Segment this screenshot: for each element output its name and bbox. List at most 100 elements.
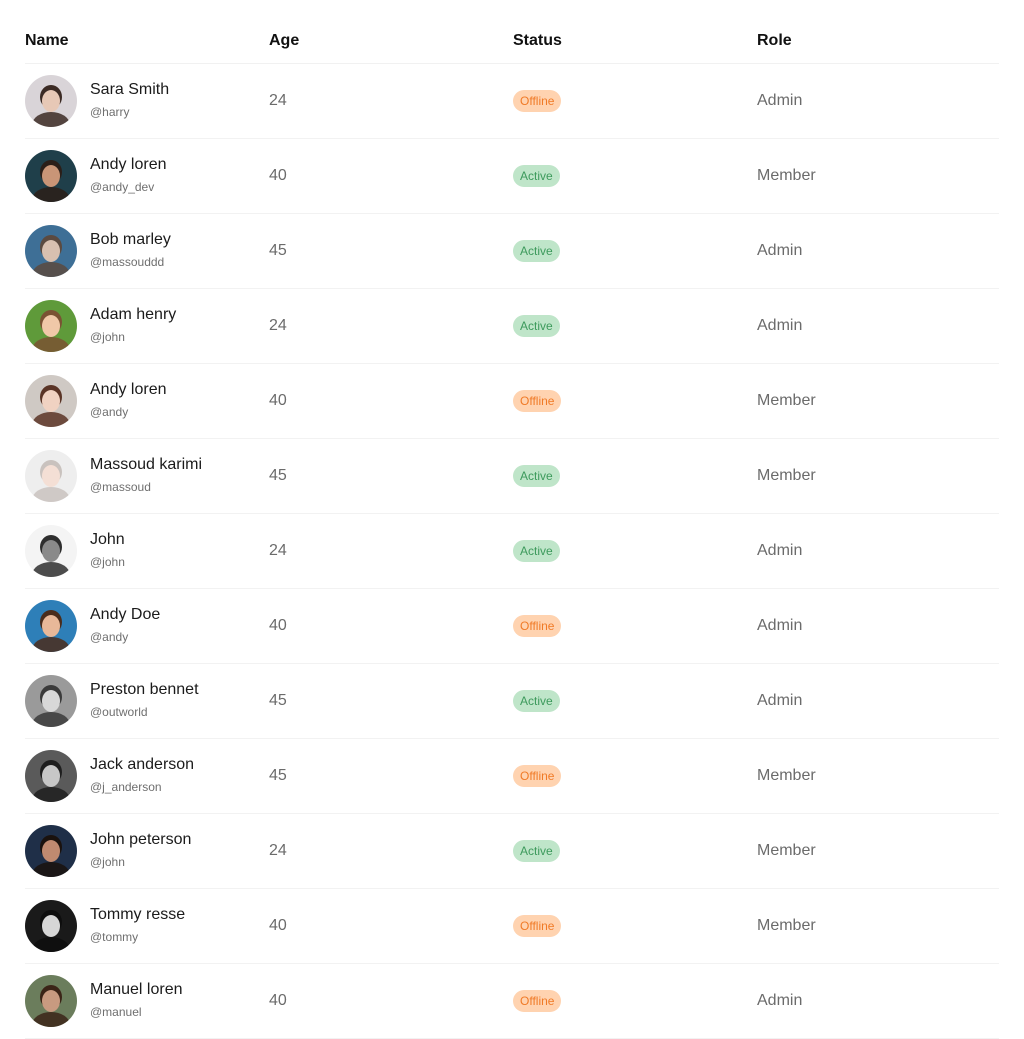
user-handle: @tommy <box>90 930 139 944</box>
status-badge: Active <box>513 465 560 487</box>
user-age: 24 <box>269 542 287 559</box>
avatar <box>25 525 77 577</box>
user-age: 24 <box>269 317 287 334</box>
user-role: Member <box>757 767 816 784</box>
users-table: Name Age Status Role Sara Smith @harry 24 O… <box>25 0 999 1039</box>
user-role: Admin <box>757 992 803 1009</box>
table-row[interactable]: John @john 24 Active Admin <box>25 514 999 589</box>
status-badge: Offline <box>513 90 562 112</box>
status-badge: Active <box>513 690 560 712</box>
user-role: Member <box>757 167 816 184</box>
avatar <box>25 300 77 352</box>
user-handle: @manuel <box>90 1005 142 1019</box>
user-name: Jack anderson <box>90 756 195 773</box>
user-age: 45 <box>269 767 287 784</box>
user-role: Admin <box>757 692 803 709</box>
user-photo-avatar <box>25 825 77 877</box>
table-row[interactable]: Jack anderson @j_anderson 45 Offline Member <box>25 739 999 814</box>
user-age: 24 <box>269 842 287 859</box>
table-row[interactable]: Andy loren @andy_dev 40 Active Member <box>25 139 999 214</box>
user-name: Andy Doe <box>90 606 161 623</box>
user-role: Admin <box>757 317 803 334</box>
user-handle: @massoud <box>90 480 151 494</box>
status-badge: Offline <box>513 390 562 412</box>
user-age: 45 <box>269 242 287 259</box>
status-badge: Offline <box>513 765 562 787</box>
status-badge: Offline <box>513 915 562 937</box>
avatar <box>25 675 77 727</box>
user-name: Sara Smith <box>90 81 170 98</box>
table-body: Sara Smith @harry 24 Offline Admin Andy loren… <box>25 64 999 1039</box>
user-photo-avatar <box>25 750 77 802</box>
table-row[interactable]: Tommy resse @tommy 40 Offline Member <box>25 889 999 964</box>
table-row[interactable]: Preston bennet @outworld 45 Active Admin <box>25 664 999 739</box>
user-handle: @harry <box>90 105 130 119</box>
user-handle: @john <box>90 855 125 869</box>
user-photo-avatar <box>25 450 77 502</box>
avatar <box>25 900 77 952</box>
user-name: Andy loren <box>90 381 167 398</box>
user-role: Member <box>757 392 816 409</box>
user-role: Member <box>757 467 816 484</box>
avatar <box>25 750 77 802</box>
user-age: 45 <box>269 692 287 709</box>
user-handle: @andy <box>90 405 129 419</box>
user-name: John <box>90 531 125 548</box>
status-badge: Active <box>513 540 560 562</box>
column-header-age[interactable]: Age <box>269 32 299 50</box>
status-badge: Offline <box>513 615 562 637</box>
table-row[interactable]: John peterson @john 24 Active Member <box>25 814 999 889</box>
status-badge: Active <box>513 165 560 187</box>
user-role: Member <box>757 842 816 859</box>
avatar <box>25 75 77 127</box>
table-row[interactable]: Adam henry @john 24 Active Admin <box>25 289 999 364</box>
user-handle: @outworld <box>90 705 148 719</box>
user-photo-avatar <box>25 675 77 727</box>
status-badge: Active <box>513 315 560 337</box>
avatar <box>25 975 77 1027</box>
user-name: Adam henry <box>90 306 177 323</box>
avatar <box>25 600 77 652</box>
column-header-role[interactable]: Role <box>757 32 792 50</box>
table-row[interactable]: Bob marley @massouddd 45 Active Admin <box>25 214 999 289</box>
user-age: 40 <box>269 392 287 409</box>
user-handle: @andy_dev <box>90 180 155 194</box>
table-row[interactable]: Sara Smith @harry 24 Offline Admin <box>25 64 999 139</box>
user-age: 40 <box>269 617 287 634</box>
user-photo-avatar <box>25 150 77 202</box>
user-photo-avatar <box>25 300 77 352</box>
user-age: 45 <box>269 467 287 484</box>
user-age: 40 <box>269 992 287 1009</box>
user-name: Massoud karimi <box>90 456 203 473</box>
user-photo-avatar <box>25 525 77 577</box>
avatar <box>25 450 77 502</box>
avatar <box>25 825 77 877</box>
user-name: Preston bennet <box>90 681 199 698</box>
user-name: Manuel loren <box>90 981 183 998</box>
status-badge: Active <box>513 840 560 862</box>
table-row[interactable]: Manuel loren @manuel 40 Offline Admin <box>25 964 999 1039</box>
user-name: John peterson <box>90 831 192 848</box>
user-photo-avatar <box>25 900 77 952</box>
user-photo-avatar <box>25 600 77 652</box>
user-age: 24 <box>269 92 287 109</box>
table-row[interactable]: Andy loren @andy 40 Offline Member <box>25 364 999 439</box>
status-badge: Offline <box>513 990 562 1012</box>
avatar <box>25 375 77 427</box>
user-role: Admin <box>757 617 803 634</box>
user-handle: @john <box>90 330 125 344</box>
user-handle: @andy <box>90 630 129 644</box>
user-role: Admin <box>757 92 803 109</box>
user-role: Admin <box>757 242 803 259</box>
user-handle: @massouddd <box>90 255 165 269</box>
table-header: Name Age Status Role <box>25 0 999 64</box>
table-row[interactable]: Andy Doe @andy 40 Offline Admin <box>25 589 999 664</box>
status-badge: Active <box>513 240 560 262</box>
user-handle: @j_anderson <box>90 780 162 794</box>
user-photo-avatar <box>25 375 77 427</box>
column-header-name[interactable]: Name <box>25 32 69 50</box>
column-header-status[interactable]: Status <box>513 32 562 50</box>
table-row[interactable]: Massoud karimi @massoud 45 Active Member <box>25 439 999 514</box>
user-age: 40 <box>269 167 287 184</box>
user-name: Tommy resse <box>90 906 186 923</box>
